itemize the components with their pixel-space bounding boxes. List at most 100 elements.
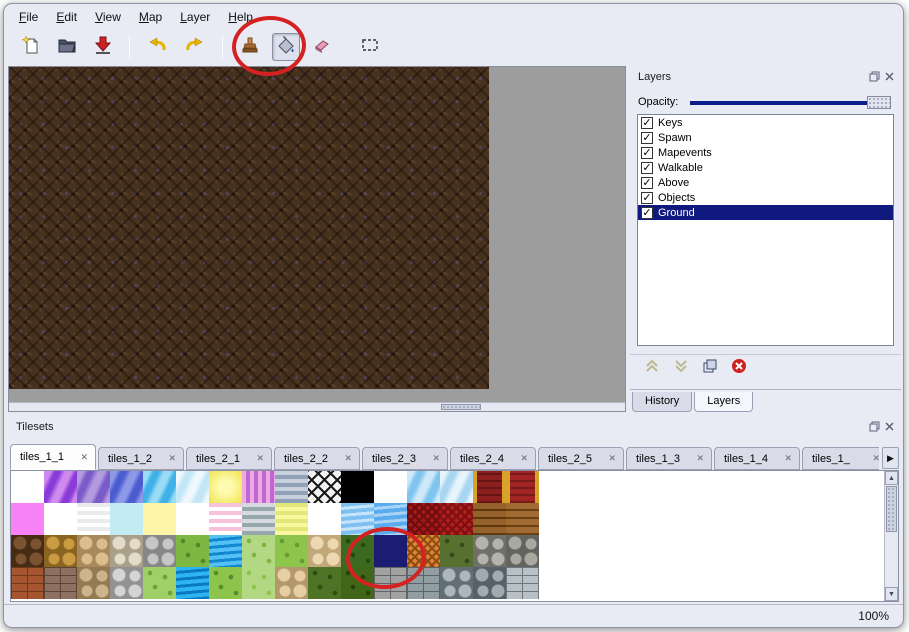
palette-tile[interactable] <box>308 471 341 503</box>
layer-row-walkable[interactable]: ✓Walkable <box>638 160 893 175</box>
palette-tile[interactable] <box>110 471 143 503</box>
eraser-tool-button[interactable] <box>308 33 336 61</box>
palette-tile[interactable] <box>110 503 143 535</box>
tileset-tab-tiles_1_[interactable]: tiles_1_✕ <box>802 447 879 470</box>
undo-button[interactable] <box>144 33 172 61</box>
opacity-slider-handle[interactable] <box>867 96 891 109</box>
palette-tile[interactable] <box>341 471 374 503</box>
palette-tile[interactable] <box>44 471 77 503</box>
menu-item-map[interactable]: Map <box>130 6 171 28</box>
layer-row-spawn[interactable]: ✓Spawn <box>638 130 893 145</box>
layer-visibility-checkbox[interactable]: ✓ <box>641 147 653 159</box>
palette-tile[interactable] <box>506 567 539 599</box>
palette-tile[interactable] <box>176 535 209 567</box>
palette-tile[interactable] <box>341 535 374 567</box>
palette-tile[interactable] <box>11 503 44 535</box>
layer-visibility-checkbox[interactable]: ✓ <box>641 162 653 174</box>
palette-tile[interactable] <box>407 471 440 503</box>
open-button[interactable] <box>53 33 81 61</box>
fill-tool-button[interactable] <box>272 33 300 61</box>
palette-tile[interactable] <box>209 535 242 567</box>
palette-tile[interactable] <box>77 471 110 503</box>
tileset-tab-tiles_2_3[interactable]: tiles_2_3✕ <box>362 447 448 470</box>
palette-tile[interactable] <box>77 567 110 599</box>
layer-row-ground[interactable]: ✓Ground <box>638 205 893 220</box>
palette-tile[interactable] <box>143 567 176 599</box>
palette-tile[interactable] <box>275 567 308 599</box>
palette-tile[interactable] <box>44 503 77 535</box>
palette-tile[interactable] <box>77 503 110 535</box>
raise-layer-button[interactable] <box>644 358 660 379</box>
palette-tile[interactable] <box>143 535 176 567</box>
layer-visibility-checkbox[interactable]: ✓ <box>641 192 653 204</box>
menu-item-file[interactable]: File <box>10 6 47 28</box>
save-button[interactable] <box>89 33 117 61</box>
tileset-tab-tiles_1_1[interactable]: tiles_1_1✕ <box>10 444 96 470</box>
layer-row-mapevents[interactable]: ✓Mapevents <box>638 145 893 160</box>
palette-tile[interactable] <box>308 535 341 567</box>
palette-tile[interactable] <box>440 567 473 599</box>
palette-tile[interactable] <box>473 535 506 567</box>
palette-tile[interactable] <box>440 503 473 535</box>
layer-visibility-checkbox[interactable]: ✓ <box>641 207 653 219</box>
layer-visibility-checkbox[interactable]: ✓ <box>641 132 653 144</box>
float-icon[interactable] <box>869 421 880 432</box>
palette-tile[interactable] <box>143 471 176 503</box>
select-tool-button[interactable] <box>356 33 384 61</box>
palette-tile[interactable] <box>341 567 374 599</box>
palette-tile[interactable] <box>374 567 407 599</box>
close-icon[interactable]: ✕ <box>784 453 792 464</box>
opacity-slider[interactable] <box>690 94 891 110</box>
palette-tile[interactable] <box>209 471 242 503</box>
tileset-tab-tiles_2_5[interactable]: tiles_2_5✕ <box>538 447 624 470</box>
tileset-tab-tiles_1_3[interactable]: tiles_1_3✕ <box>626 447 712 470</box>
palette-tile[interactable] <box>176 503 209 535</box>
palette-scrollbar-thumb[interactable] <box>886 486 897 532</box>
palette-tile[interactable] <box>242 567 275 599</box>
close-icon[interactable]: ✕ <box>256 453 264 464</box>
layer-row-keys[interactable]: ✓Keys <box>638 115 893 130</box>
scroll-up-icon[interactable]: ▲ <box>885 471 898 485</box>
close-icon[interactable]: ✕ <box>344 453 352 464</box>
palette-tile[interactable] <box>440 471 473 503</box>
panel-tab-layers[interactable]: Layers <box>694 392 753 412</box>
tileset-tab-tiles_1_2[interactable]: tiles_1_2✕ <box>98 447 184 470</box>
palette-tile[interactable] <box>308 567 341 599</box>
map-canvas[interactable] <box>8 66 626 412</box>
palette-tile[interactable] <box>473 471 506 503</box>
palette-tile[interactable] <box>506 535 539 567</box>
redo-button[interactable] <box>180 33 208 61</box>
close-icon[interactable]: ✕ <box>520 453 528 464</box>
palette-tile[interactable] <box>473 503 506 535</box>
palette-tile[interactable] <box>440 535 473 567</box>
tab-scroll-right-button[interactable]: ▶ <box>882 447 899 469</box>
menu-item-edit[interactable]: Edit <box>47 6 86 28</box>
lower-layer-button[interactable] <box>673 358 689 379</box>
palette-tile[interactable] <box>407 535 440 567</box>
palette-tile[interactable] <box>242 471 275 503</box>
palette-tile[interactable] <box>374 471 407 503</box>
palette-tile[interactable] <box>341 503 374 535</box>
palette-tile[interactable] <box>275 503 308 535</box>
palette-tile[interactable] <box>374 503 407 535</box>
palette-tile[interactable] <box>176 567 209 599</box>
layer-visibility-checkbox[interactable]: ✓ <box>641 117 653 129</box>
palette-tile[interactable] <box>407 503 440 535</box>
layer-visibility-checkbox[interactable]: ✓ <box>641 177 653 189</box>
close-icon[interactable] <box>884 71 895 82</box>
palette-tile[interactable] <box>11 567 44 599</box>
layer-row-above[interactable]: ✓Above <box>638 175 893 190</box>
palette-tile[interactable] <box>176 471 209 503</box>
canvas-horizontal-scrollbar[interactable] <box>9 402 625 411</box>
palette-tile[interactable] <box>209 503 242 535</box>
palette-tile[interactable] <box>209 567 242 599</box>
palette-tile[interactable] <box>110 535 143 567</box>
close-icon[interactable]: ✕ <box>80 452 88 463</box>
palette-tile[interactable] <box>242 503 275 535</box>
palette-tile[interactable] <box>44 567 77 599</box>
layer-row-objects[interactable]: ✓Objects <box>638 190 893 205</box>
palette-tile[interactable] <box>308 503 341 535</box>
stamp-tool-button[interactable] <box>236 33 264 61</box>
float-icon[interactable] <box>869 71 880 82</box>
close-icon[interactable] <box>884 421 895 432</box>
